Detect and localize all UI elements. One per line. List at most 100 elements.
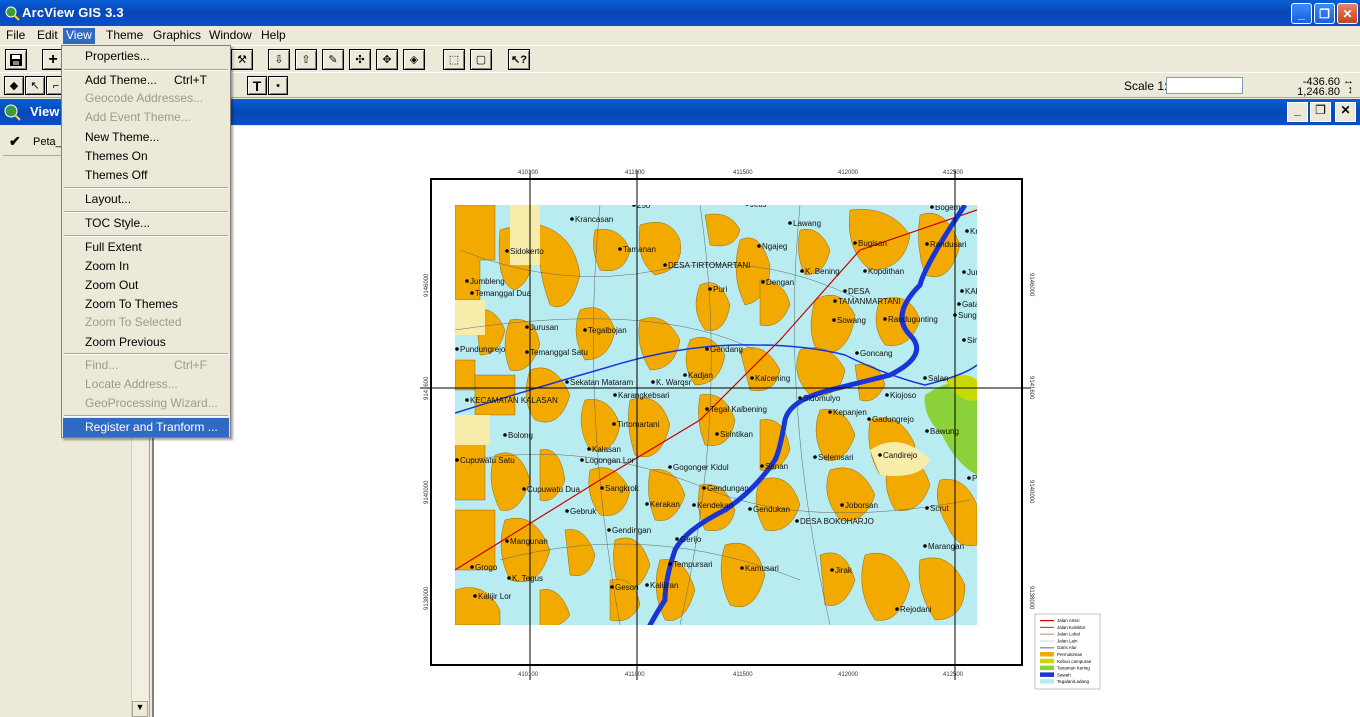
menu-add-theme[interactable]: Add Theme... Ctrl+T <box>63 71 229 90</box>
place-label: Bugisan <box>858 239 887 248</box>
place-label: Temanggal Dua <box>475 289 532 298</box>
place-dot <box>965 229 969 233</box>
legend-swatch <box>1040 679 1054 684</box>
place-dot <box>715 432 719 436</box>
place-dot <box>925 242 929 246</box>
legend-label: Jalan Lain <box>1057 638 1078 643</box>
place-label: Jirak <box>835 566 853 575</box>
place-dot <box>600 486 604 490</box>
place-label: Krancasan <box>575 215 613 224</box>
place-label: Kiojoso <box>890 391 917 400</box>
right-tick-label: 9146000 <box>1028 273 1034 297</box>
place-label: Gendang <box>710 345 743 354</box>
place-dot <box>962 270 966 274</box>
place-label: Kepanjen <box>833 408 867 417</box>
place-label: Jurusan <box>530 323 558 332</box>
place-dot <box>618 247 622 251</box>
legend-swatch <box>1040 620 1054 622</box>
menu-zoom-out[interactable]: Zoom Out <box>63 276 229 295</box>
place-dot <box>748 507 752 511</box>
place-label: Temanggal Satu <box>530 348 588 357</box>
place-dot <box>798 396 802 400</box>
place-dot <box>930 205 934 209</box>
place-dot <box>895 607 899 611</box>
place-dot <box>565 380 569 384</box>
top-tick-label: 411500 <box>733 170 753 176</box>
legend-swatch <box>1040 665 1054 671</box>
menu-geocode-addresses: Geocode Addresses... <box>85 91 204 105</box>
place-label: Puri <box>713 285 727 294</box>
menu-zoom-in[interactable]: Zoom In <box>63 257 229 276</box>
place-dot <box>473 594 477 598</box>
place-dot <box>455 458 459 462</box>
right-tick-label: 9141600 <box>1028 376 1034 400</box>
place-label: Pundungrejo <box>460 345 506 354</box>
menu-zoom-to-selected: Zoom To Selected <box>85 315 182 329</box>
map-body: JetisBogem250KrancasanLawangRandusariKra… <box>455 205 977 625</box>
legend-label: Jalan Lokal <box>1057 632 1080 637</box>
place-dot <box>570 217 574 221</box>
place-dot <box>757 244 761 248</box>
place-dot <box>960 289 964 293</box>
place-label: Gerijo <box>680 535 702 544</box>
menu-toc-style[interactable]: TOC Style... <box>63 214 229 233</box>
top-tick-label: 412500 <box>943 170 964 176</box>
place-label: Grogo <box>475 563 498 572</box>
place-label: Kalijir Lor <box>478 592 512 601</box>
place-label: Kopdithan <box>868 267 904 276</box>
place-dot <box>645 502 649 506</box>
place-dot <box>957 302 961 306</box>
place-dot <box>967 476 971 480</box>
top-tick-label: 412000 <box>838 170 859 176</box>
place-dot <box>740 566 744 570</box>
place-dot <box>613 393 617 397</box>
place-dot <box>663 263 667 267</box>
legend-swatch <box>1040 658 1054 664</box>
view-menu-dropdown: Properties... Add Theme... Ctrl+T Geocode… <box>61 45 231 438</box>
menu-properties[interactable]: Properties... <box>63 47 229 66</box>
menu-full-extent[interactable]: Full Extent <box>63 238 229 257</box>
place-label: K. Warqsr <box>656 378 692 387</box>
place-label: Randugunting <box>888 315 938 324</box>
place-label: Sowang <box>837 316 866 325</box>
place-label: Sidomulyo <box>803 394 841 403</box>
menu-themes-on[interactable]: Themes On <box>63 147 229 166</box>
place-dot <box>853 241 857 245</box>
place-dot <box>883 317 887 321</box>
place-label: Tegal Kalbening <box>710 405 767 414</box>
place-dot <box>705 347 709 351</box>
place-dot <box>587 447 591 451</box>
legend-label: Jalan Arteri <box>1057 618 1080 623</box>
place-label: KECAMATAN KALASAN <box>470 396 558 405</box>
place-dot <box>925 429 929 433</box>
place-dot <box>800 269 804 273</box>
menu-themes-off[interactable]: Themes Off <box>63 166 229 185</box>
left-tick-label: 9138000 <box>424 586 430 610</box>
bottom-tick-label: 412500 <box>943 672 964 678</box>
legend-swatch <box>1040 652 1054 657</box>
place-dot <box>507 576 511 580</box>
place-label: Kalcening <box>755 374 790 383</box>
place-dot <box>470 291 474 295</box>
place-dot <box>761 280 765 284</box>
place-label: Kamusari <box>745 564 779 573</box>
place-dot <box>683 373 687 377</box>
place-dot <box>607 528 611 532</box>
left-tick-label: 9146000 <box>424 273 430 297</box>
place-label: Scrut <box>930 504 949 513</box>
menu-zoom-to-themes[interactable]: Zoom To Themes <box>63 295 229 314</box>
menu-find: Find... Ctrl+F <box>85 358 207 372</box>
place-dot <box>833 299 837 303</box>
place-dot <box>832 318 836 322</box>
left-tick-label: 9141600 <box>424 376 430 400</box>
menu-zoom-previous[interactable]: Zoom Previous <box>63 333 229 352</box>
place-dot <box>923 544 927 548</box>
menu-layout[interactable]: Layout... <box>63 190 229 209</box>
menu-new-theme[interactable]: New Theme... <box>63 128 229 147</box>
place-dot <box>885 393 889 397</box>
menu-register-and-transform[interactable]: Register and Tranform ... <box>63 418 229 437</box>
place-dot <box>788 221 792 225</box>
place-dot <box>878 453 882 457</box>
right-tick-label: 9138000 <box>1028 586 1034 610</box>
place-dot <box>455 347 459 351</box>
